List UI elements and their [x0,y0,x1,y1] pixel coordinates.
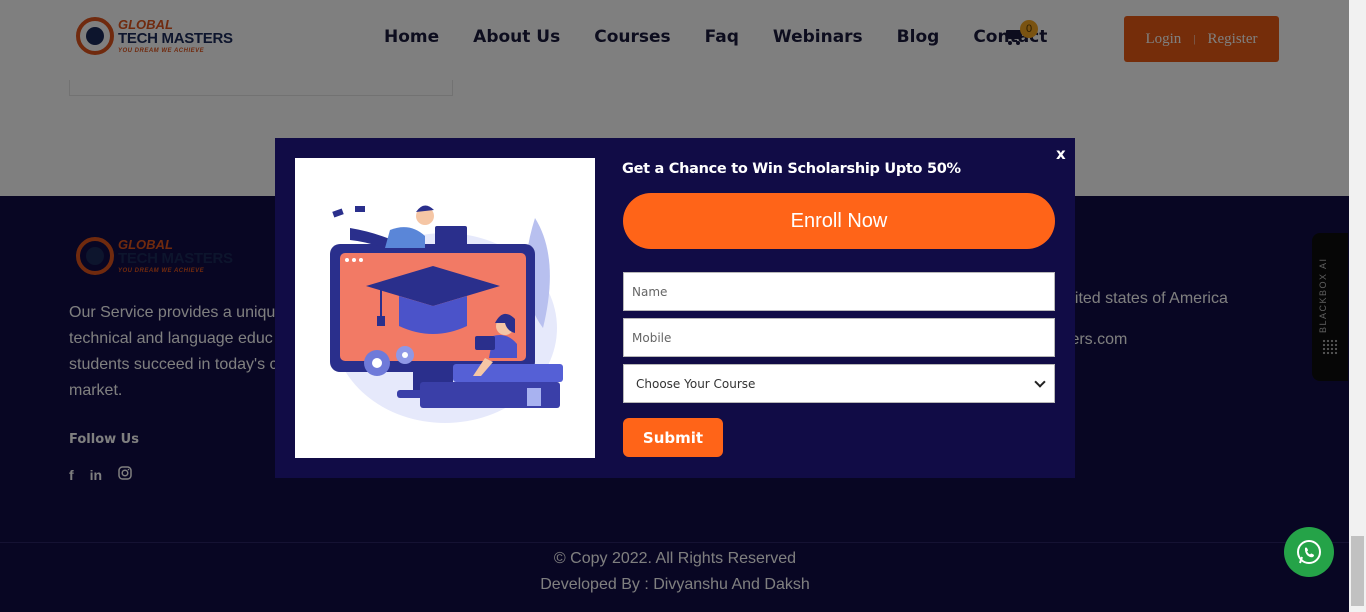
modal-close-button[interactable]: x [1056,145,1066,163]
name-input[interactable] [623,272,1055,311]
course-select-value: Choose Your Course [636,376,756,391]
scholarship-promo-text: Get a Chance to Win Scholarship Upto 50% [622,161,961,177]
mobile-input[interactable] [623,318,1055,357]
page-scrollbar[interactable] [1349,0,1366,612]
course-select[interactable]: Choose Your Course [623,364,1055,403]
enroll-now-button[interactable]: Enroll Now [623,193,1055,249]
whatsapp-button[interactable] [1284,527,1334,577]
scrollbar-thumb[interactable] [1351,536,1364,606]
whatsapp-icon [1297,540,1321,564]
chevron-down-icon [1034,375,1046,388]
scholarship-modal: x Get a Chance to Win Scholarship Upto 5… [275,138,1075,478]
online-education-illustration [295,158,595,458]
submit-button[interactable]: Submit [623,418,723,457]
